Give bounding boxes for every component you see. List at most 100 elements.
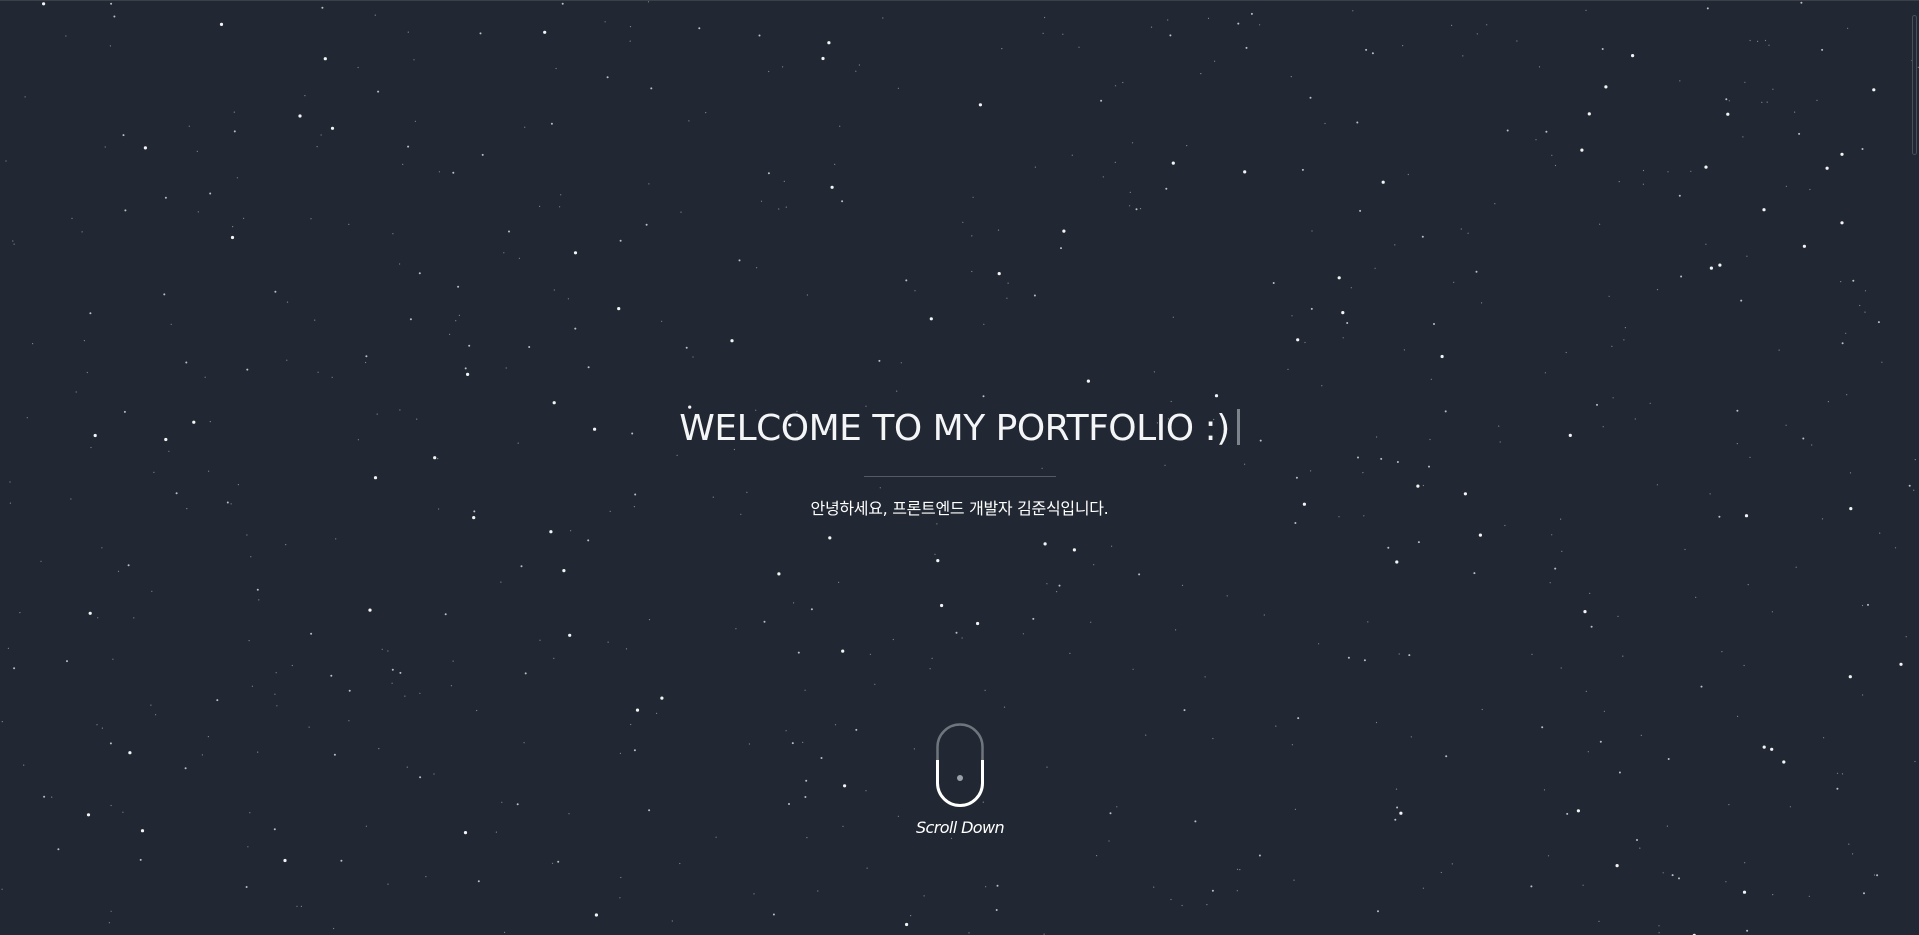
star (365, 355, 368, 358)
star (320, 134, 322, 136)
star (557, 860, 560, 863)
scroll-down-button[interactable]: Scroll Down (916, 722, 1005, 837)
star (42, 2, 46, 6)
star (878, 359, 881, 362)
star (1576, 809, 1580, 813)
star (86, 813, 91, 817)
star (1798, 132, 1801, 135)
star (310, 632, 313, 635)
star (348, 223, 350, 225)
star (1129, 191, 1131, 193)
star (1398, 653, 1400, 655)
star (688, 120, 690, 122)
star (1367, 621, 1369, 623)
star (940, 603, 944, 608)
star (1396, 806, 1399, 809)
star (629, 26, 632, 28)
star (897, 815, 900, 817)
star (1476, 33, 1478, 35)
star (333, 927, 335, 930)
star (1680, 275, 1683, 278)
star (1771, 611, 1773, 613)
star (1006, 297, 1008, 299)
star (772, 913, 775, 916)
star (1618, 181, 1620, 183)
star (1545, 130, 1548, 133)
star (1245, 46, 1248, 49)
star (133, 617, 135, 619)
star (1206, 904, 1208, 906)
star (587, 366, 590, 369)
star (905, 279, 908, 282)
star (286, 301, 289, 303)
star (275, 672, 277, 674)
star (1402, 45, 1404, 47)
hero-divider (863, 476, 1056, 477)
star (1667, 171, 1669, 173)
star (1086, 379, 1090, 383)
star (1440, 354, 1444, 359)
star (516, 803, 519, 806)
star (1726, 112, 1730, 116)
star (413, 59, 415, 61)
star (523, 742, 525, 744)
star (1375, 721, 1378, 724)
star (1658, 932, 1660, 934)
star (1259, 24, 1261, 26)
star (1003, 706, 1006, 708)
hero-subtitle: 안녕하세요, 프론트엔드 개발자 김준식입니다. (810, 499, 1109, 518)
star (1841, 773, 1844, 775)
star (1861, 148, 1864, 150)
star (1728, 100, 1730, 102)
star (1840, 221, 1844, 225)
star (841, 200, 844, 203)
scrollbar-thumb[interactable] (1912, 15, 1917, 155)
star (1062, 229, 1066, 233)
star (971, 270, 973, 273)
star (1422, 887, 1424, 889)
star (310, 218, 312, 220)
hero-section: WELCOME TO MY PORTFOLIO :) 안녕하세요, 프론트엔드 … (0, 401, 1919, 519)
star (1058, 584, 1061, 587)
star (1543, 789, 1546, 791)
vertical-scrollbar[interactable] (1909, 1, 1919, 935)
star (1007, 282, 1009, 284)
star (1194, 820, 1197, 823)
star (753, 893, 755, 895)
star (777, 572, 781, 576)
star (407, 31, 409, 33)
star (43, 795, 46, 798)
star (1743, 664, 1745, 667)
star (914, 290, 916, 292)
star (630, 723, 632, 726)
star (419, 692, 421, 694)
star (127, 564, 130, 567)
star (821, 56, 825, 61)
star (1541, 726, 1544, 729)
star (508, 230, 510, 233)
star (567, 298, 570, 300)
star (1478, 533, 1482, 537)
star (1658, 925, 1660, 927)
star (13, 243, 15, 245)
star (155, 714, 157, 716)
star (839, 125, 841, 127)
star (1395, 560, 1399, 564)
star (1072, 548, 1076, 552)
star (12, 240, 14, 242)
star (1481, 708, 1483, 711)
star (834, 163, 836, 165)
star (692, 356, 694, 358)
star (399, 671, 402, 674)
star (1170, 898, 1172, 901)
star (1090, 621, 1092, 623)
star (1341, 311, 1345, 315)
star (1852, 279, 1855, 282)
star (574, 327, 577, 330)
star (409, 318, 412, 321)
star (438, 171, 440, 173)
star (1746, 255, 1748, 257)
star (559, 206, 561, 208)
star (1544, 372, 1546, 374)
star (806, 837, 808, 839)
